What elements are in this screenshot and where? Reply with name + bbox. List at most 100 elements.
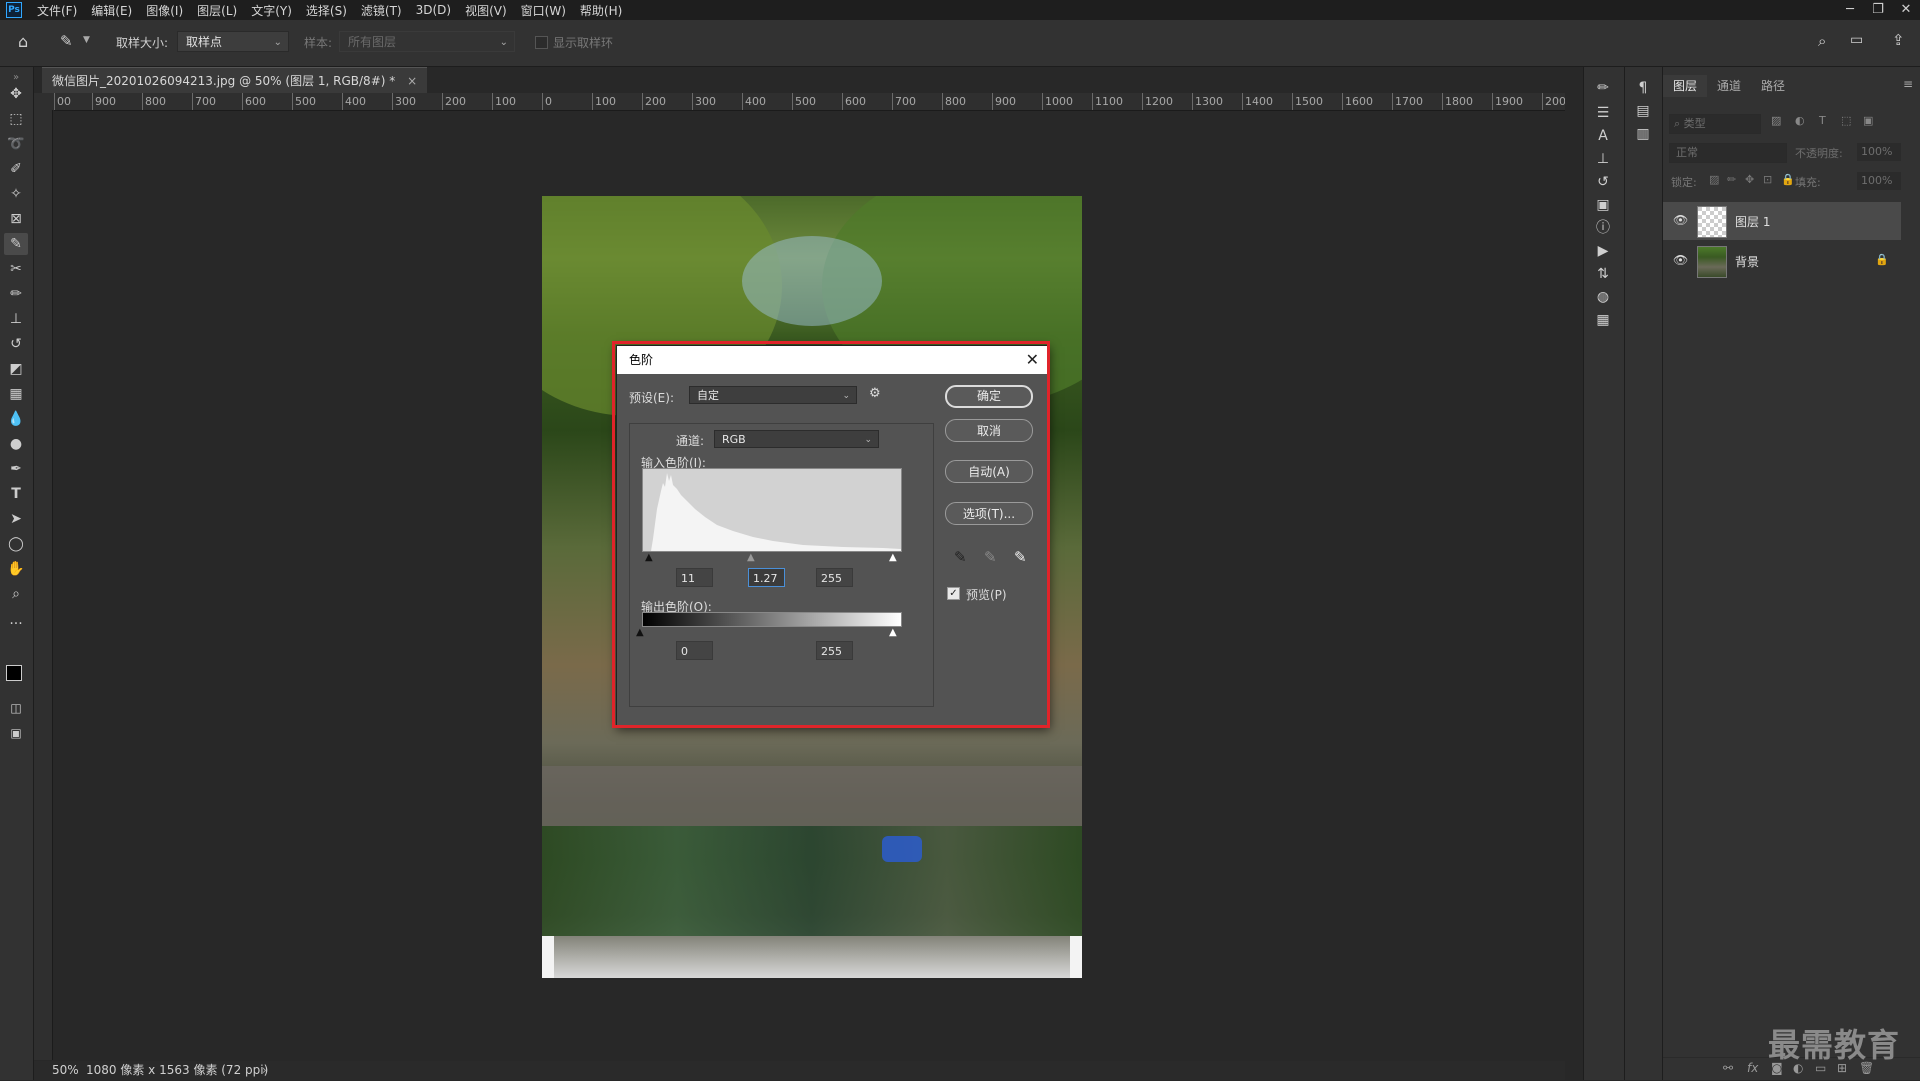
brush-settings-icon[interactable]: ✏ (1592, 77, 1614, 99)
options-button[interactable]: 选项(T)... (945, 502, 1033, 525)
eyedropper-tool-icon[interactable]: ✎ (4, 233, 28, 255)
menu-help[interactable]: 帮助(H) (573, 2, 629, 19)
chevron-down-icon[interactable]: ▼ (83, 35, 90, 45)
lock-transparent-icon[interactable]: ▨ (1709, 173, 1719, 186)
chevron-right-icon[interactable]: › (262, 1061, 267, 1080)
visibility-eye-icon[interactable]: 👁 (1673, 253, 1688, 267)
menu-window[interactable]: 窗口(W) (514, 2, 573, 19)
cancel-button[interactable]: 取消 (945, 419, 1033, 442)
move-tool-icon[interactable]: ✥ (4, 83, 28, 105)
gray-point-eyedropper-icon[interactable]: ✎ (984, 548, 997, 566)
filter-shape-icon[interactable]: ⬚ (1841, 114, 1851, 127)
zoom-tool-icon[interactable]: ⌕ (4, 583, 28, 605)
tab-layers[interactable]: 图层 (1663, 75, 1708, 97)
pen-tool-icon[interactable]: ✒ (4, 458, 28, 480)
zoom-level[interactable]: 50% (52, 1061, 79, 1080)
share-icon[interactable]: ⇪ (1892, 31, 1905, 49)
character-icon[interactable]: A (1592, 125, 1614, 147)
adjustments-icon[interactable]: ☰ (1592, 102, 1614, 124)
close-tab-icon[interactable]: × (407, 74, 417, 88)
opacity-field[interactable]: 100% (1857, 143, 1901, 161)
lock-pixels-icon[interactable]: ✏ (1727, 173, 1736, 186)
filter-adjustment-icon[interactable]: ◐ (1795, 114, 1805, 127)
home-icon[interactable]: ⌂ (18, 32, 28, 51)
preset-options-gear-icon[interactable]: ⚙ (869, 386, 881, 401)
search-icon[interactable]: ⌕ (1818, 32, 1826, 50)
input-white-slider[interactable]: ▲ (889, 552, 897, 563)
preview-checkbox[interactable]: ✓ (947, 587, 960, 600)
minimize-icon[interactable]: ─ (1836, 0, 1864, 20)
quick-select-tool-icon[interactable]: ✐ (4, 158, 28, 180)
menu-file[interactable]: 文件(F) (30, 2, 84, 19)
hand-tool-icon[interactable]: ✋ (4, 558, 28, 580)
panel-menu-icon[interactable]: ≡ (1903, 77, 1913, 91)
filter-pixel-icon[interactable]: ▨ (1771, 114, 1781, 127)
channel-select[interactable]: RGB ⌄ (714, 430, 879, 448)
input-gamma-field[interactable]: 1.27 (748, 568, 785, 587)
sample-select[interactable]: 所有图层 ⌄ (339, 31, 515, 52)
visibility-eye-icon[interactable]: 👁 (1673, 213, 1688, 227)
output-white-field[interactable]: 255 (816, 641, 853, 660)
output-black-field[interactable]: 0 (676, 641, 713, 660)
blur-tool-icon[interactable]: 💧 (4, 408, 28, 430)
eyedropper-tool-preset-icon[interactable]: ✎ (60, 32, 73, 50)
ellipse-tool-icon[interactable]: ◯ (4, 533, 28, 555)
menu-select[interactable]: 选择(S) (299, 2, 354, 19)
layer-filter-select[interactable]: ⌕ 类型 (1669, 114, 1761, 134)
paragraph-icon[interactable]: ¶ (1632, 77, 1654, 99)
output-white-slider[interactable]: ▲ (889, 627, 897, 638)
tables-icon[interactable]: ▦ (1592, 309, 1614, 331)
clone-stamp-tool-icon[interactable]: ⊥ (4, 308, 28, 330)
menu-image[interactable]: 图像(I) (139, 2, 190, 19)
white-point-eyedropper-icon[interactable]: ✎ (1014, 548, 1027, 566)
styles-icon[interactable]: ▣ (1592, 194, 1614, 216)
workspace-icon[interactable]: ▭ (1850, 32, 1863, 48)
brush-tool-icon[interactable]: ✏ (4, 283, 28, 305)
history-icon[interactable]: ↺ (1592, 171, 1614, 193)
menu-filter[interactable]: 滤镜(T) (354, 2, 409, 19)
lasso-tool-icon[interactable]: ➰ (4, 133, 28, 155)
filter-type-icon[interactable]: T (1819, 114, 1826, 127)
gradient-tool-icon[interactable]: ▦ (4, 383, 28, 405)
close-icon[interactable]: ✕ (1026, 346, 1039, 374)
tab-paths[interactable]: 路径 (1751, 75, 1795, 97)
actions-play-icon[interactable]: ▶ (1592, 240, 1614, 262)
path-select-tool-icon[interactable]: ➤ (4, 508, 28, 530)
output-black-slider[interactable]: ▲ (636, 627, 644, 638)
input-black-slider[interactable]: ▲ (645, 552, 653, 563)
3d-icon[interactable]: ◍ (1592, 286, 1614, 308)
menu-3d[interactable]: 3D(D) (409, 3, 458, 17)
healing-tool-icon[interactable]: ✂ (4, 258, 28, 280)
menu-view[interactable]: 视图(V) (458, 2, 514, 19)
close-icon[interactable]: ✕ (1892, 0, 1920, 20)
menu-type[interactable]: 文字(Y) (244, 2, 299, 19)
notes-icon[interactable]: ▥ (1632, 123, 1654, 145)
preset-select[interactable]: 自定 ⌄ (689, 386, 857, 404)
menu-edit[interactable]: 编辑(E) (84, 2, 139, 19)
frame-tool-icon[interactable]: ⊠ (4, 208, 28, 230)
dodge-tool-icon[interactable]: ● (4, 433, 28, 455)
fx-icon[interactable]: fx (1747, 1061, 1758, 1075)
document-tab[interactable]: 微信图片_20201026094213.jpg @ 50% (图层 1, RGB… (42, 67, 428, 94)
lock-artboard-icon[interactable]: ⊡ (1763, 173, 1772, 186)
magic-wand-tool-icon[interactable]: ✧ (4, 183, 28, 205)
clone-source-icon[interactable]: ⊥ (1592, 148, 1614, 170)
tab-channels[interactable]: 通道 (1707, 75, 1751, 97)
lock-position-icon[interactable]: ✥ (1745, 173, 1754, 186)
history-brush-tool-icon[interactable]: ↺ (4, 333, 28, 355)
eraser-tool-icon[interactable]: ◩ (4, 358, 28, 380)
restore-icon[interactable]: ❐ (1864, 0, 1892, 20)
marquee-tool-icon[interactable]: ⬚ (4, 108, 28, 130)
blend-mode-select[interactable]: 正常 (1669, 143, 1787, 163)
menu-layer[interactable]: 图层(L) (190, 2, 244, 19)
sample-size-select[interactable]: 取样点 ⌄ (177, 31, 289, 52)
filter-smart-object-icon[interactable]: ▣ (1863, 114, 1873, 127)
layer-row-layer1[interactable]: 👁 图层 1 (1663, 202, 1901, 240)
lock-all-icon[interactable]: 🔒 (1781, 173, 1795, 186)
show-ring-checkbox[interactable] (535, 35, 548, 49)
type-tool-icon[interactable]: T (4, 483, 28, 505)
layer-row-background[interactable]: 👁 背景 🔒 (1663, 242, 1901, 280)
layer-comps-icon[interactable]: ⇅ (1592, 263, 1614, 285)
input-black-field[interactable]: 11 (676, 568, 713, 587)
fill-field[interactable]: 100% (1857, 172, 1901, 190)
